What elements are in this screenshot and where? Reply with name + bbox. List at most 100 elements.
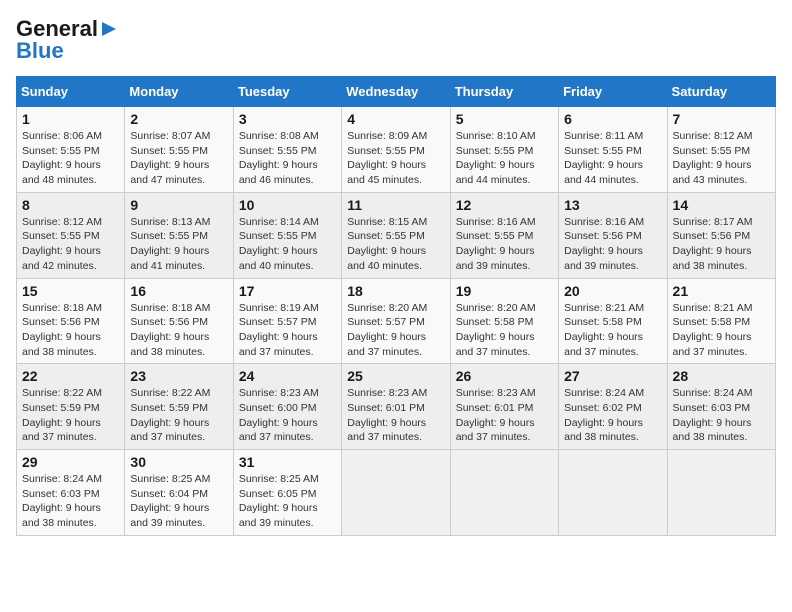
day-number: 13 bbox=[564, 197, 661, 213]
calendar-day-11: 11 Sunrise: 8:15 AMSunset: 5:55 PMDayligh… bbox=[342, 192, 450, 278]
day-number: 28 bbox=[673, 368, 770, 384]
calendar-day-20: 20 Sunrise: 8:21 AMSunset: 5:58 PMDayligh… bbox=[559, 278, 667, 364]
day-info: Sunrise: 8:11 AMSunset: 5:55 PMDaylight:… bbox=[564, 129, 661, 188]
calendar-day-4: 4 Sunrise: 8:09 AMSunset: 5:55 PMDaylight… bbox=[342, 107, 450, 193]
day-info: Sunrise: 8:25 AMSunset: 6:05 PMDaylight:… bbox=[239, 472, 336, 531]
day-info: Sunrise: 8:12 AMSunset: 5:55 PMDaylight:… bbox=[22, 215, 119, 274]
weekday-header-saturday: Saturday bbox=[667, 77, 775, 107]
calendar-day-1: 1 Sunrise: 8:06 AMSunset: 5:55 PMDaylight… bbox=[17, 107, 125, 193]
day-number: 21 bbox=[673, 283, 770, 299]
day-info: Sunrise: 8:18 AMSunset: 5:56 PMDaylight:… bbox=[22, 301, 119, 360]
day-info: Sunrise: 8:07 AMSunset: 5:55 PMDaylight:… bbox=[130, 129, 227, 188]
day-info: Sunrise: 8:21 AMSunset: 5:58 PMDaylight:… bbox=[564, 301, 661, 360]
calendar-empty-cell bbox=[667, 450, 775, 536]
day-info: Sunrise: 8:22 AMSunset: 5:59 PMDaylight:… bbox=[22, 386, 119, 445]
day-number: 30 bbox=[130, 454, 227, 470]
day-number: 25 bbox=[347, 368, 444, 384]
day-number: 20 bbox=[564, 283, 661, 299]
day-info: Sunrise: 8:15 AMSunset: 5:55 PMDaylight:… bbox=[347, 215, 444, 274]
calendar-day-24: 24 Sunrise: 8:23 AMSunset: 6:00 PMDayligh… bbox=[233, 364, 341, 450]
calendar-day-18: 18Sunrise: 8:20 AMSunset: 5:57 PMDayligh… bbox=[342, 278, 450, 364]
calendar-day-16: 16Sunrise: 8:18 AMSunset: 5:56 PMDayligh… bbox=[125, 278, 233, 364]
day-info: Sunrise: 8:23 AMSunset: 6:01 PMDaylight:… bbox=[456, 386, 553, 445]
day-number: 14 bbox=[673, 197, 770, 213]
day-number: 24 bbox=[239, 368, 336, 384]
weekday-header-wednesday: Wednesday bbox=[342, 77, 450, 107]
day-info: Sunrise: 8:23 AMSunset: 6:01 PMDaylight:… bbox=[347, 386, 444, 445]
calendar-day-26: 26 Sunrise: 8:23 AMSunset: 6:01 PMDayligh… bbox=[450, 364, 558, 450]
logo-blue: Blue bbox=[16, 38, 64, 64]
day-info: Sunrise: 8:16 AMSunset: 5:56 PMDaylight:… bbox=[564, 215, 661, 274]
day-info: Sunrise: 8:20 AMSunset: 5:58 PMDaylight:… bbox=[456, 301, 553, 360]
page-header: General Blue bbox=[16, 16, 776, 64]
day-number: 29 bbox=[22, 454, 119, 470]
calendar-table: SundayMondayTuesdayWednesdayThursdayFrid… bbox=[16, 76, 776, 536]
day-number: 8 bbox=[22, 197, 119, 213]
calendar-day-28: 28Sunrise: 8:24 AMSunset: 6:03 PMDayligh… bbox=[667, 364, 775, 450]
day-number: 19 bbox=[456, 283, 553, 299]
calendar-empty-cell bbox=[450, 450, 558, 536]
weekday-header-sunday: Sunday bbox=[17, 77, 125, 107]
calendar-day-9: 9 Sunrise: 8:13 AMSunset: 5:55 PMDaylight… bbox=[125, 192, 233, 278]
calendar-day-8: 8 Sunrise: 8:12 AMSunset: 5:55 PMDaylight… bbox=[17, 192, 125, 278]
day-info: Sunrise: 8:24 AMSunset: 6:02 PMDaylight:… bbox=[564, 386, 661, 445]
day-number: 31 bbox=[239, 454, 336, 470]
weekday-header-row: SundayMondayTuesdayWednesdayThursdayFrid… bbox=[17, 77, 776, 107]
calendar-day-15: 15 Sunrise: 8:18 AMSunset: 5:56 PMDayligh… bbox=[17, 278, 125, 364]
day-number: 18 bbox=[347, 283, 444, 299]
calendar-day-14: 14 Sunrise: 8:17 AMSunset: 5:56 PMDayligh… bbox=[667, 192, 775, 278]
calendar-day-25: 25 Sunrise: 8:23 AMSunset: 6:01 PMDayligh… bbox=[342, 364, 450, 450]
day-info: Sunrise: 8:08 AMSunset: 5:55 PMDaylight:… bbox=[239, 129, 336, 188]
calendar-week-2: 8 Sunrise: 8:12 AMSunset: 5:55 PMDaylight… bbox=[17, 192, 776, 278]
day-number: 7 bbox=[673, 111, 770, 127]
calendar-empty-cell bbox=[342, 450, 450, 536]
logo: General Blue bbox=[16, 16, 120, 64]
calendar-week-1: 1 Sunrise: 8:06 AMSunset: 5:55 PMDaylight… bbox=[17, 107, 776, 193]
day-info: Sunrise: 8:23 AMSunset: 6:00 PMDaylight:… bbox=[239, 386, 336, 445]
day-info: Sunrise: 8:19 AMSunset: 5:57 PMDaylight:… bbox=[239, 301, 336, 360]
day-number: 26 bbox=[456, 368, 553, 384]
calendar-day-17: 17 Sunrise: 8:19 AMSunset: 5:57 PMDayligh… bbox=[233, 278, 341, 364]
day-number: 9 bbox=[130, 197, 227, 213]
calendar-day-5: 5Sunrise: 8:10 AMSunset: 5:55 PMDaylight… bbox=[450, 107, 558, 193]
calendar-day-30: 30 Sunrise: 8:25 AMSunset: 6:04 PMDayligh… bbox=[125, 450, 233, 536]
day-info: Sunrise: 8:10 AMSunset: 5:55 PMDaylight:… bbox=[456, 129, 553, 188]
day-number: 6 bbox=[564, 111, 661, 127]
day-info: Sunrise: 8:21 AMSunset: 5:58 PMDaylight:… bbox=[673, 301, 770, 360]
day-info: Sunrise: 8:17 AMSunset: 5:56 PMDaylight:… bbox=[673, 215, 770, 274]
calendar-day-13: 13 Sunrise: 8:16 AMSunset: 5:56 PMDayligh… bbox=[559, 192, 667, 278]
calendar-empty-cell bbox=[559, 450, 667, 536]
day-info: Sunrise: 8:25 AMSunset: 6:04 PMDaylight:… bbox=[130, 472, 227, 531]
calendar-day-10: 10 Sunrise: 8:14 AMSunset: 5:55 PMDayligh… bbox=[233, 192, 341, 278]
calendar-day-29: 29 Sunrise: 8:24 AMSunset: 6:03 PMDayligh… bbox=[17, 450, 125, 536]
calendar-week-3: 15 Sunrise: 8:18 AMSunset: 5:56 PMDayligh… bbox=[17, 278, 776, 364]
day-info: Sunrise: 8:06 AMSunset: 5:55 PMDaylight:… bbox=[22, 129, 119, 188]
calendar-week-4: 22Sunrise: 8:22 AMSunset: 5:59 PMDayligh… bbox=[17, 364, 776, 450]
day-info: Sunrise: 8:14 AMSunset: 5:55 PMDaylight:… bbox=[239, 215, 336, 274]
day-number: 17 bbox=[239, 283, 336, 299]
day-number: 2 bbox=[130, 111, 227, 127]
calendar-week-5: 29 Sunrise: 8:24 AMSunset: 6:03 PMDayligh… bbox=[17, 450, 776, 536]
day-number: 15 bbox=[22, 283, 119, 299]
day-info: Sunrise: 8:24 AMSunset: 6:03 PMDaylight:… bbox=[22, 472, 119, 531]
calendar-day-2: 2 Sunrise: 8:07 AMSunset: 5:55 PMDaylight… bbox=[125, 107, 233, 193]
day-number: 3 bbox=[239, 111, 336, 127]
day-number: 10 bbox=[239, 197, 336, 213]
day-number: 11 bbox=[347, 197, 444, 213]
day-info: Sunrise: 8:18 AMSunset: 5:56 PMDaylight:… bbox=[130, 301, 227, 360]
calendar-day-31: 31 Sunrise: 8:25 AMSunset: 6:05 PMDayligh… bbox=[233, 450, 341, 536]
calendar-day-27: 27Sunrise: 8:24 AMSunset: 6:02 PMDayligh… bbox=[559, 364, 667, 450]
day-number: 4 bbox=[347, 111, 444, 127]
logo-triangle-icon bbox=[98, 18, 120, 40]
calendar-day-6: 6 Sunrise: 8:11 AMSunset: 5:55 PMDaylight… bbox=[559, 107, 667, 193]
day-info: Sunrise: 8:16 AMSunset: 5:55 PMDaylight:… bbox=[456, 215, 553, 274]
day-number: 23 bbox=[130, 368, 227, 384]
day-info: Sunrise: 8:12 AMSunset: 5:55 PMDaylight:… bbox=[673, 129, 770, 188]
day-info: Sunrise: 8:09 AMSunset: 5:55 PMDaylight:… bbox=[347, 129, 444, 188]
calendar-day-19: 19 Sunrise: 8:20 AMSunset: 5:58 PMDayligh… bbox=[450, 278, 558, 364]
day-number: 1 bbox=[22, 111, 119, 127]
calendar-day-7: 7 Sunrise: 8:12 AMSunset: 5:55 PMDaylight… bbox=[667, 107, 775, 193]
calendar-day-23: 23Sunrise: 8:22 AMSunset: 5:59 PMDayligh… bbox=[125, 364, 233, 450]
day-info: Sunrise: 8:13 AMSunset: 5:55 PMDaylight:… bbox=[130, 215, 227, 274]
calendar-day-21: 21 Sunrise: 8:21 AMSunset: 5:58 PMDayligh… bbox=[667, 278, 775, 364]
